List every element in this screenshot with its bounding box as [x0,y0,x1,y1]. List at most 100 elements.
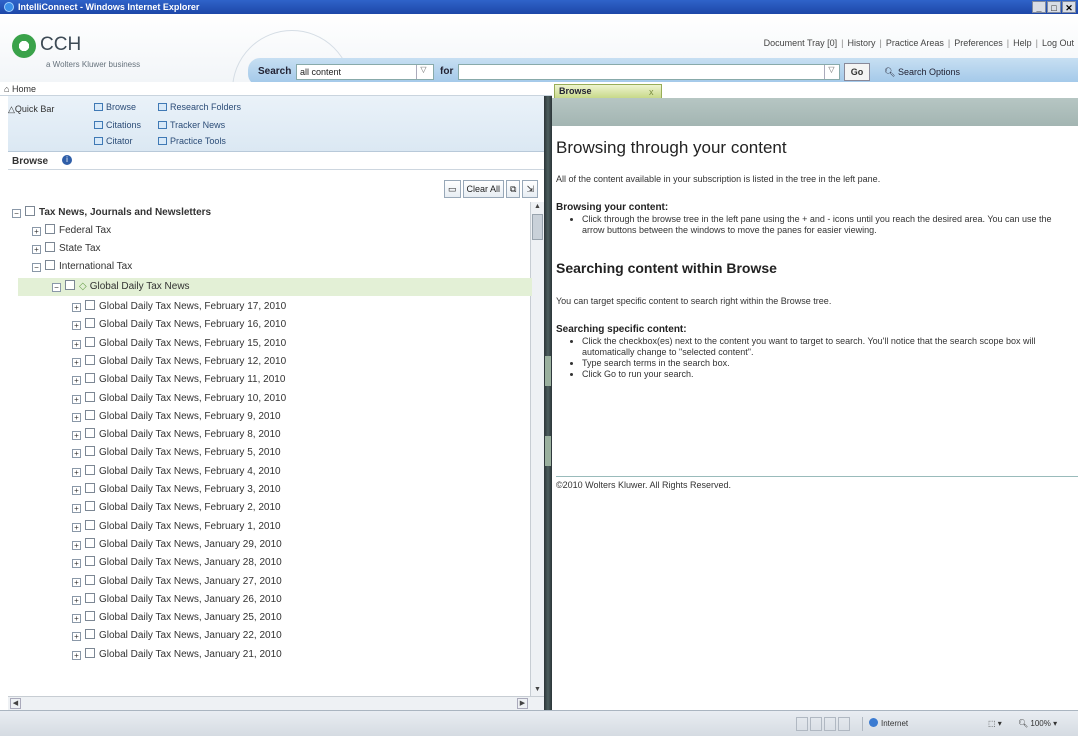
tree-node-root[interactable]: − Tax News, Journals and Newsletters [12,206,211,224]
expand-icon[interactable]: + [72,321,81,331]
link-practice-areas[interactable]: Practice Areas [886,38,944,48]
checkbox[interactable] [85,556,95,567]
quick-bar-tab[interactable]: △Quick Bar [8,104,54,115]
expand-icon[interactable]: + [72,540,81,550]
tree-node-issue[interactable]: + Global Daily Tax News, January 26, 2010 [72,592,282,611]
tree-node-issue[interactable]: + Global Daily Tax News, February 5, 2010 [72,446,281,464]
expand-icon[interactable]: + [72,559,81,569]
expand-icon[interactable]: + [72,394,81,404]
expand-icon[interactable]: + [72,486,81,495]
expand-icon[interactable]: + [72,504,81,514]
checkbox[interactable] [65,280,75,290]
expand-icon[interactable]: + [72,577,81,587]
expand-icon[interactable]: + [72,614,81,624]
tree-node-state-tax[interactable]: + State Tax [32,242,101,260]
tree-node-issue[interactable]: + Global Daily Tax News, January 21, 2010 [72,647,282,666]
checkbox[interactable] [85,318,95,329]
checkbox[interactable] [85,483,95,493]
collapse-icon[interactable]: − [32,263,41,272]
zoom-control[interactable]: 🔍︎ 100% ▾ [1018,717,1057,731]
tree-node-issue[interactable]: + Global Daily Tax News, February 4, 2010 [72,464,281,483]
collapse-icon[interactable]: ▭ [443,180,461,198]
tree-node-issue[interactable]: + Global Daily Tax News, January 22, 2010 [72,629,282,647]
expand-icon[interactable]: + [72,449,81,459]
checkbox[interactable] [45,242,55,252]
checkbox[interactable] [85,537,95,548]
home-link[interactable]: ⌂ Home [4,84,36,94]
tree-node-issue[interactable]: + Global Daily Tax News, February 15, 201… [72,336,286,355]
checkbox[interactable] [25,206,35,216]
horizontal-scrollbar[interactable]: ◀ ▶ [8,696,544,710]
tree-node-issue[interactable]: + Global Daily Tax News, January 25, 2010 [72,611,282,629]
checkbox[interactable] [85,519,95,530]
go-button[interactable]: Go [844,63,870,81]
quick-link-research-folders[interactable]: Research Folders [158,102,241,112]
checkbox[interactable] [85,446,95,457]
scroll-right-icon[interactable]: ▶ [517,698,528,709]
close-window-button[interactable]: ✕ [1062,1,1076,13]
expand-icon[interactable]: + [72,467,81,477]
expand-icon[interactable]: + [72,650,81,660]
checkbox[interactable] [45,260,55,270]
tree-node-issue[interactable]: + Global Daily Tax News, January 29, 2010 [72,537,282,556]
checkbox[interactable] [85,373,95,384]
collapse-icon[interactable]: − [52,283,61,292]
maximize-button[interactable]: □ [1047,1,1061,13]
chevron-down-icon[interactable]: ▽ [416,65,430,79]
quick-link-tracker-news[interactable]: Tracker News [158,120,225,130]
tree-node-issue[interactable]: + Global Daily Tax News, February 11, 201… [72,373,285,391]
checkbox[interactable] [85,428,95,439]
security-zone[interactable]: Internet [862,717,952,731]
checkbox[interactable] [85,501,95,512]
search-scope-select[interactable]: all content [296,64,434,80]
checkbox[interactable] [85,574,95,585]
tree-node-issue[interactable]: + Global Daily Tax News, February 17, 201… [72,300,286,318]
pane-splitter[interactable] [544,96,552,710]
checkbox[interactable] [85,464,95,475]
splitter-grip[interactable] [545,356,551,386]
quick-link-practice-tools[interactable]: Practice Tools [158,136,226,146]
checkbox[interactable] [85,300,95,310]
tree-node-issue[interactable]: + Global Daily Tax News, February 16, 201… [72,318,286,336]
search-input[interactable] [458,64,840,80]
checkbox[interactable] [85,336,95,347]
link-document-tray[interactable]: Document Tray [0] [764,38,838,48]
tab-browse[interactable]: Browse x [554,84,662,98]
expand-icon[interactable]: + [72,431,81,441]
scroll-thumb[interactable] [532,214,543,240]
splitter-grip[interactable] [545,436,551,466]
search-options-link[interactable]: 🔍︎ Search Options [884,67,960,78]
expand-icon[interactable]: + [72,522,81,532]
collapse-icon[interactable]: − [12,209,21,218]
clear-all-button[interactable]: Clear All [462,180,505,198]
info-icon[interactable]: i [62,155,72,165]
expand-icon[interactable]: + [72,357,81,367]
tree-node-issue[interactable]: + Global Daily Tax News, January 28, 2010 [72,556,282,574]
checkbox[interactable] [85,592,95,603]
protected-mode-icon[interactable]: ⬚ ▾ [988,717,1002,731]
checkbox[interactable] [85,611,95,622]
minimize-button[interactable]: _ [1032,1,1046,13]
chevron-down-icon[interactable]: ▽ [824,65,838,79]
tree-node-issue[interactable]: + Global Daily Tax News, February 1, 2010 [72,519,281,538]
checkbox[interactable] [85,391,95,402]
expand-icon[interactable]: + [72,376,81,386]
tree-node-issue[interactable]: + Global Daily Tax News, February 3, 2010 [72,483,281,501]
tree-node-federal-tax[interactable]: + Federal Tax [32,224,111,242]
scroll-up-icon[interactable]: ▲ [532,203,543,214]
expand-icon[interactable]: + [72,595,81,605]
checkbox[interactable] [85,647,95,658]
tree-node-international-tax[interactable]: − International Tax [32,260,132,278]
checkbox[interactable] [85,409,95,420]
link-preferences[interactable]: Preferences [954,38,1003,48]
tree-node-issue[interactable]: + Global Daily Tax News, February 8, 2010 [72,428,281,446]
expand-icon[interactable]: + [72,632,81,642]
tree-node-issue[interactable]: + Global Daily Tax News, February 12, 201… [72,354,286,373]
tree-node-issue[interactable]: + Global Daily Tax News, February 9, 2010 [72,409,281,428]
link-help[interactable]: Help [1013,38,1032,48]
quick-link-citator[interactable]: Citator [94,136,133,146]
scroll-left-icon[interactable]: ◀ [10,698,21,709]
close-icon[interactable]: x [649,86,654,98]
expand-icon[interactable]: + [32,245,41,254]
checkbox[interactable] [45,224,55,234]
